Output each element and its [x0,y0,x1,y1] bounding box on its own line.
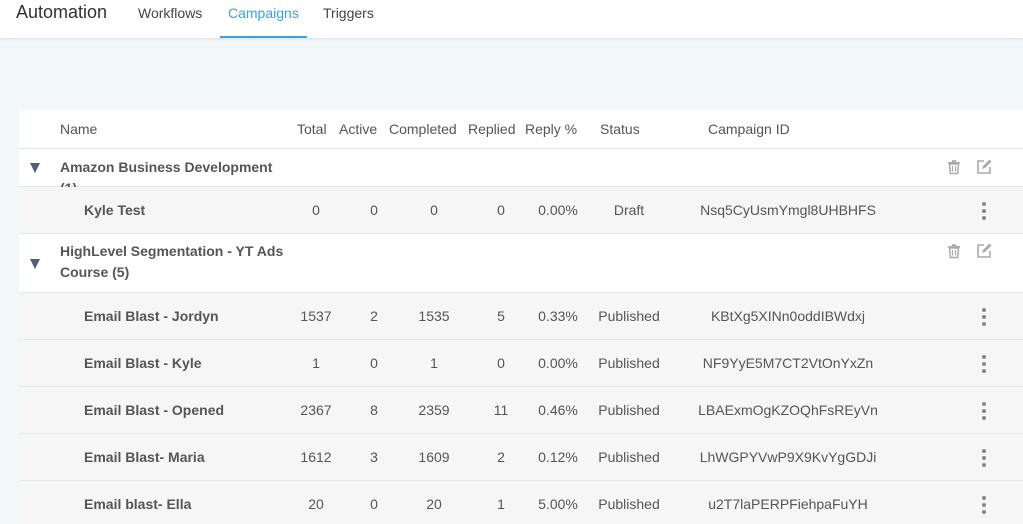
replied-value: 0 [497,202,505,218]
completed-value: 2359 [418,402,450,418]
completed-value: 20 [426,496,442,512]
caret-down-icon[interactable] [30,259,40,269]
campaign-group-row[interactable]: HighLevel Segmentation - YT Ads Course (… [19,234,1023,293]
tab-campaigns[interactable]: Campaigns [220,5,307,38]
campaign-id-value: NF9YyE5M7CT2VtOnYxZn [702,355,874,371]
kebab-menu-icon[interactable] [982,308,986,326]
total-value: 1612 [300,449,332,465]
table-row[interactable]: Email Blast - Kyle 1 0 1 0 0.00% Publish… [19,340,1023,387]
campaign-name[interactable]: Email Blast- Maria [84,449,205,465]
replied-value: 11 [493,402,509,418]
tab-workflows[interactable]: Workflows [138,5,202,38]
campaign-id-value: LhWGPYVwP9X9KvYgGDJi [699,449,877,465]
campaign-name[interactable]: Email Blast - Kyle [84,355,202,371]
replied-value: 1 [497,496,505,512]
tab-triggers[interactable]: Triggers [323,5,374,38]
kebab-menu-icon[interactable] [982,355,986,373]
total-value: 1 [312,355,320,371]
kebab-menu-icon[interactable] [982,402,986,420]
column-header-name[interactable]: Name [60,121,97,137]
kebab-menu-icon[interactable] [982,496,986,514]
active-value: 0 [370,496,378,512]
campaign-name[interactable]: Kyle Test [84,202,145,218]
top-bar: Automation Workflows Campaigns Triggers [0,0,1023,38]
total-value: 20 [308,496,324,512]
campaign-id-value: u2T7laPERPFiehpaFuYH [708,496,868,512]
column-header-campaign-id[interactable]: Campaign ID [708,121,790,137]
completed-value: 1609 [418,449,450,465]
column-header-active[interactable]: Active [339,121,377,137]
table-row[interactable]: Email blast- Ella 20 0 20 1 5.00% Publis… [19,481,1023,524]
campaign-name[interactable]: Email Blast - Opened [84,402,224,418]
trash-icon[interactable] [946,159,962,175]
edit-icon[interactable] [976,243,992,259]
active-value: 3 [370,449,378,465]
active-value: 0 [370,202,378,218]
completed-value: 1 [430,355,438,371]
column-header-status[interactable]: Status [600,121,640,137]
table-row[interactable]: Email Blast - Opened 2367 8 2359 11 0.46… [19,387,1023,434]
kebab-menu-icon[interactable] [982,449,986,467]
total-value: 0 [312,202,320,218]
caret-down-icon[interactable] [30,163,40,173]
column-header-reply-percent[interactable]: Reply % [525,121,577,137]
completed-value: 0 [430,202,438,218]
table-row[interactable]: Kyle Test 0 0 0 0 0.00% Draft Nsq5CyUsmY… [19,187,1023,234]
trash-icon[interactable] [946,243,962,259]
page-title: Automation [16,2,108,22]
campaign-name[interactable]: Email blast- Ella [84,496,191,512]
kebab-menu-icon[interactable] [982,202,986,220]
column-header-replied[interactable]: Replied [468,121,515,137]
column-header-completed[interactable]: Completed [389,121,457,137]
campaigns-table: Name Total Active Completed Replied Repl… [19,110,1023,524]
replied-value: 5 [497,308,505,324]
group-name: HighLevel Segmentation - YT Ads Course (… [60,243,284,280]
replied-value: 2 [497,449,505,465]
campaign-id-value: LBAExmOgKZOQhFsREyVn [698,402,878,418]
active-value: 2 [370,308,378,324]
total-value: 1537 [300,308,332,324]
campaign-group-row[interactable]: Amazon Business Development (1) [19,149,1023,196]
table-row[interactable]: Email Blast- Maria 1612 3 1609 2 0.12% P… [19,434,1023,481]
campaign-name[interactable]: Email Blast - Jordyn [84,308,219,324]
table-header: Name Total Active Completed Replied Repl… [19,110,1023,149]
edit-icon[interactable] [976,159,992,175]
active-value: 0 [370,355,378,371]
completed-value: 1535 [418,308,450,324]
replied-value: 0 [497,355,505,371]
campaign-id-value: Nsq5CyUsmYmgl8UHBHFS [700,202,876,218]
active-value: 8 [370,402,378,418]
column-header-total[interactable]: Total [297,121,327,137]
total-value: 2367 [300,402,332,418]
campaign-id-value: KBtXg5XINn0oddIBWdxj [710,308,866,324]
table-row[interactable]: Email Blast - Jordyn 1537 2 1535 5 0.33%… [19,293,1023,340]
